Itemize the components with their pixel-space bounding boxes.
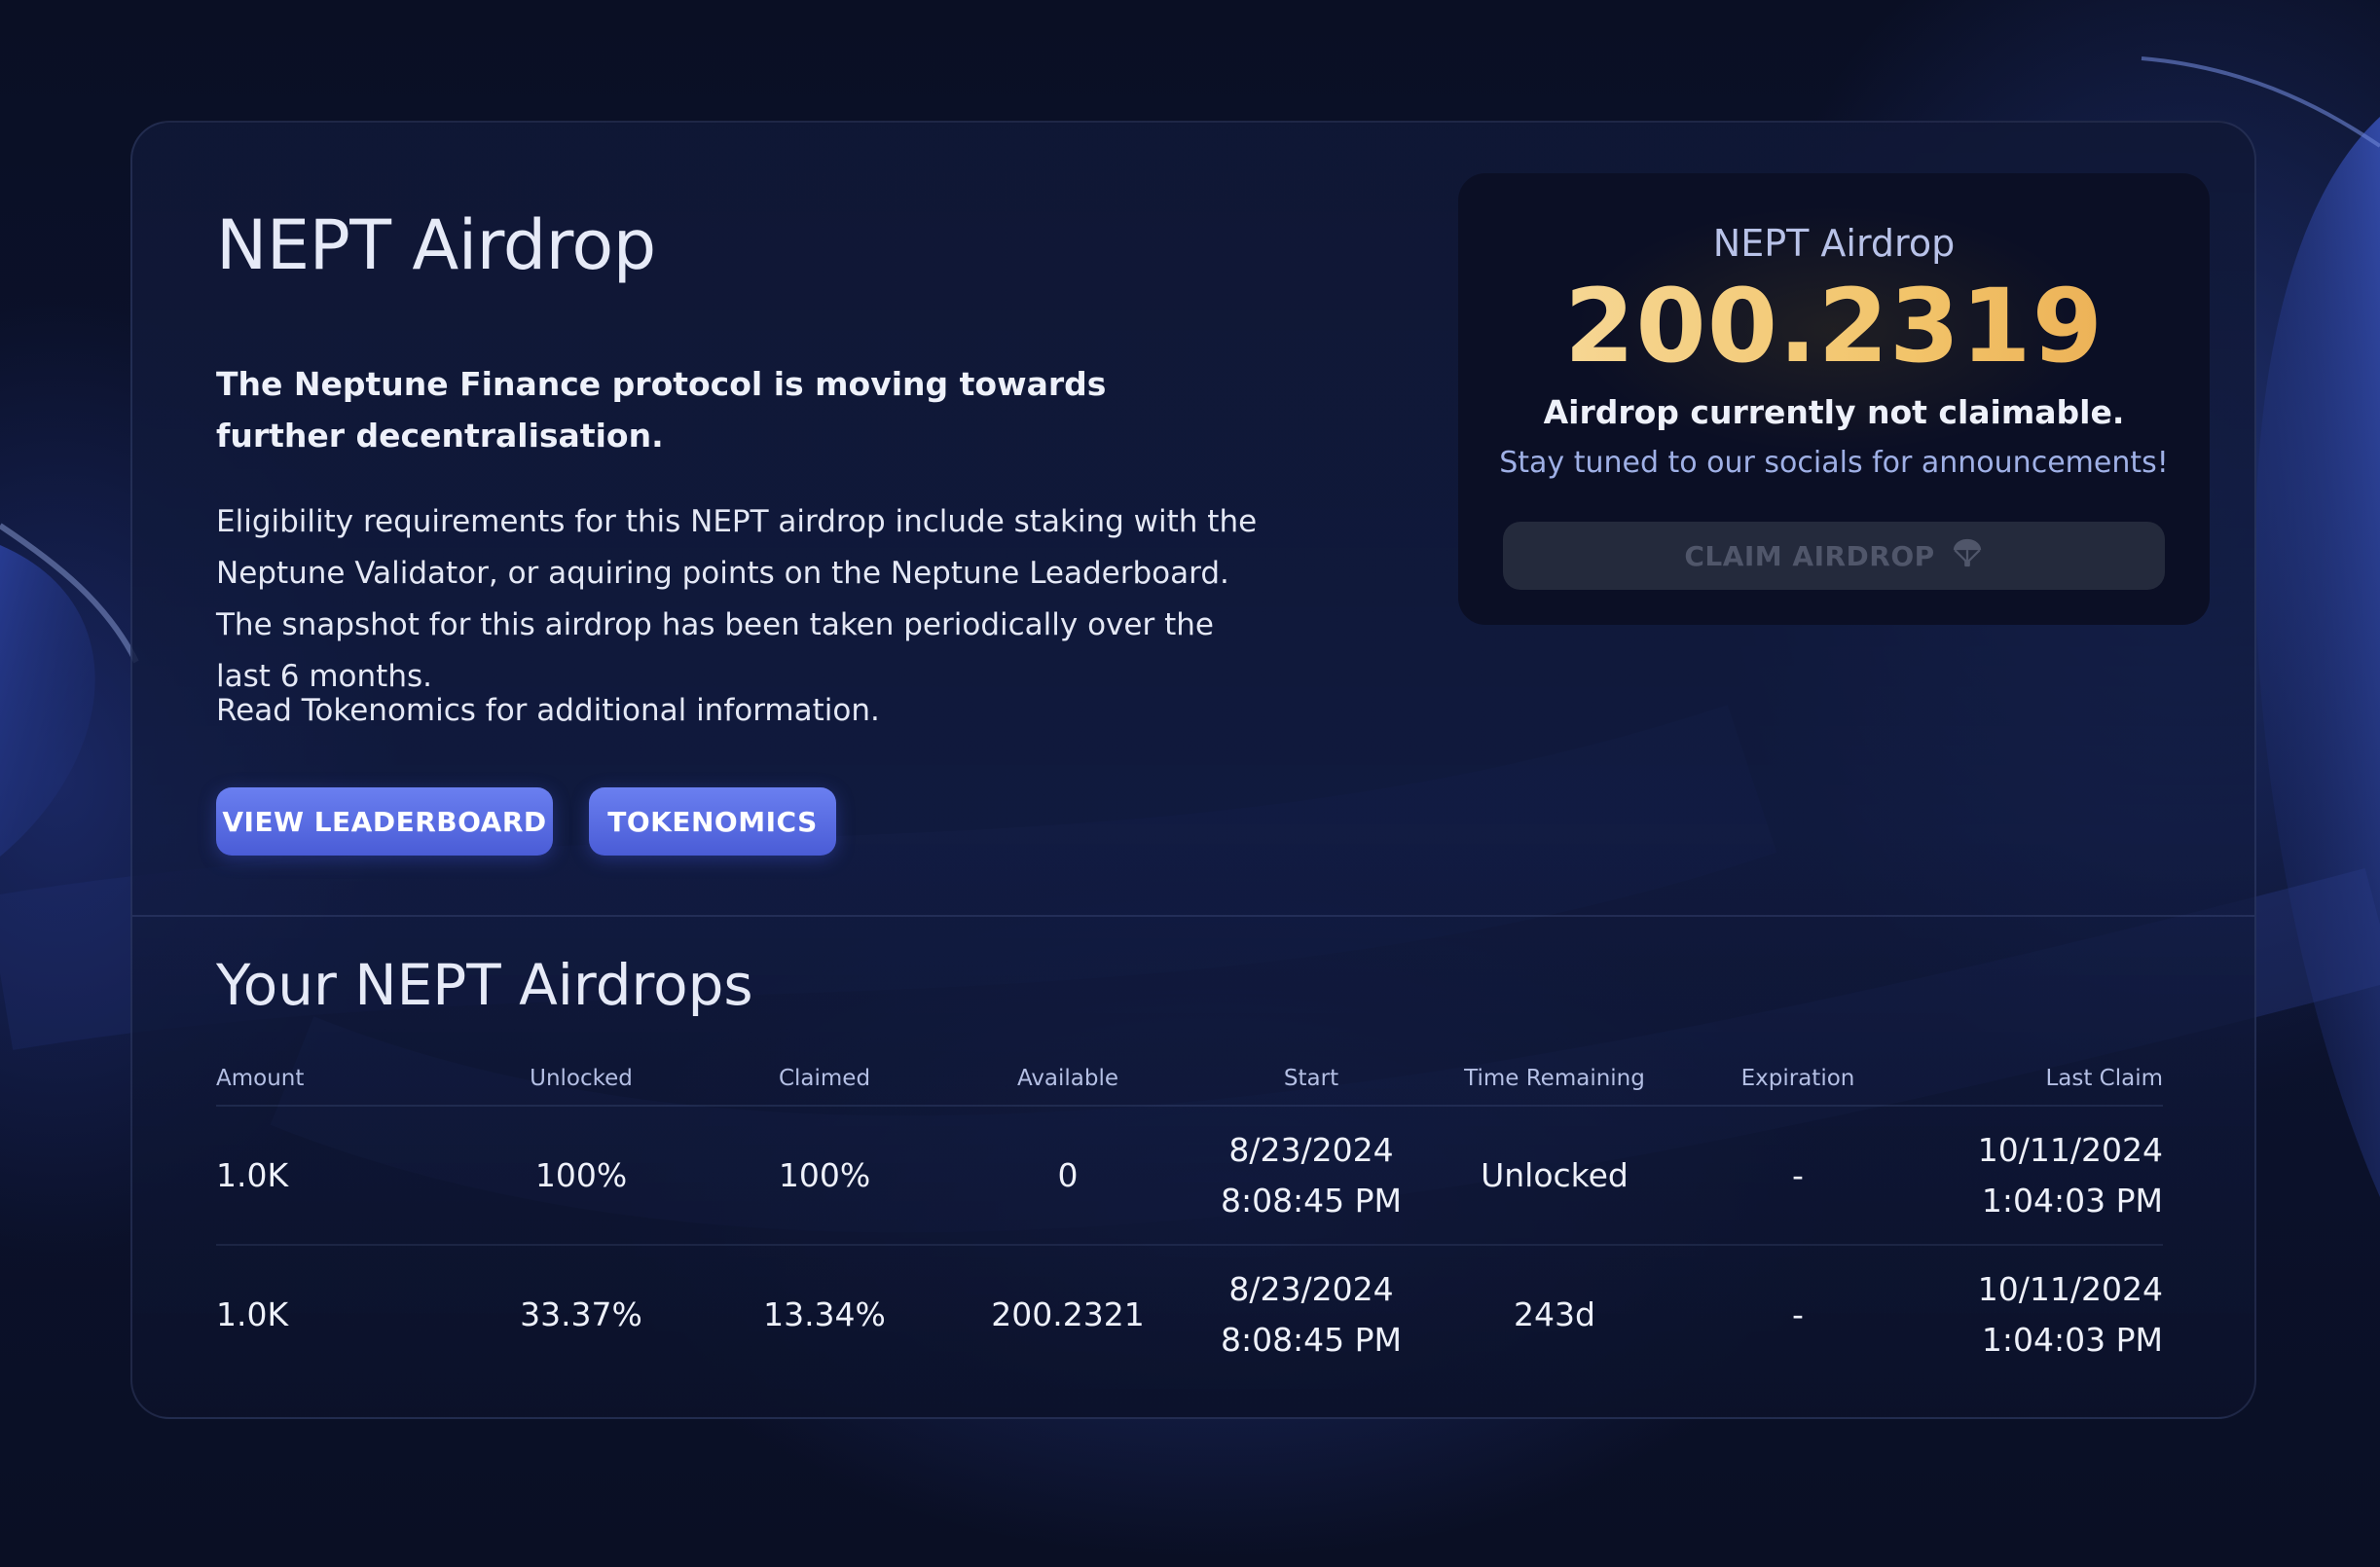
lead-text: The Neptune Finance protocol is moving t… <box>216 365 1107 455</box>
claim-airdrop-button[interactable]: CLAIM AIRDROP <box>1503 522 2165 590</box>
cell-last-claim: 10/11/2024 1:04:03 PM <box>1920 1125 2163 1226</box>
cell-last-claim-date: 10/11/2024 <box>1977 1130 2163 1169</box>
cell-claimed: 100% <box>778 1155 871 1194</box>
column-header-available: Available <box>1016 1066 1119 1091</box>
airdrop-amount: 200.2319 <box>1458 267 2210 385</box>
cell-start-time: 8:08:45 PM <box>1220 1181 1403 1220</box>
table-row: 1.0K 33.37% 13.34% 200.2321 8/23/2024 8:… <box>216 1244 2163 1383</box>
airdrop-status: Airdrop currently not claimable. <box>1543 393 2125 431</box>
cell-expiration: - <box>1792 1294 1804 1333</box>
parachute-icon <box>1951 536 1984 576</box>
cell-amount: 1.0K <box>216 1155 289 1194</box>
tokenomics-button[interactable]: TOKENOMICS <box>589 787 836 856</box>
airdrop-note: Stay tuned to our socials for announceme… <box>1499 446 2169 480</box>
cell-unlocked: 100% <box>534 1155 628 1194</box>
column-header-expiration: Expiration <box>1740 1066 1855 1091</box>
cell-time-remaining: 243d <box>1514 1294 1595 1333</box>
cell-available: 0 <box>1057 1155 1079 1194</box>
cell-last-claim: 10/11/2024 1:04:03 PM <box>1920 1264 2163 1366</box>
cell-last-claim-date: 10/11/2024 <box>1977 1269 2163 1308</box>
cell-claimed: 13.34% <box>763 1294 886 1333</box>
airdrop-label: NEPT Airdrop <box>1712 222 1956 265</box>
table-row: 1.0K 100% 100% 0 8/23/2024 8:08:45 PM Un… <box>216 1107 2163 1244</box>
column-header-unlocked: Unlocked <box>530 1066 633 1091</box>
column-header-time-remaining: Time Remaining <box>1464 1066 1645 1091</box>
column-header-amount: Amount <box>216 1066 305 1091</box>
cell-last-claim-time: 1:04:03 PM <box>1981 1320 2163 1359</box>
airdrop-summary-panel: NEPT Airdrop 200.2319 Airdrop currently … <box>1458 173 2210 625</box>
cell-expiration: - <box>1792 1155 1804 1194</box>
cell-available: 200.2321 <box>991 1294 1145 1333</box>
view-leaderboard-button[interactable]: VIEW LEADERBOARD <box>216 787 553 856</box>
tokenomics-note: Read Tokenomics for additional informati… <box>216 693 880 728</box>
cell-start-date: 8/23/2024 <box>1228 1269 1394 1308</box>
cell-start-time: 8:08:45 PM <box>1220 1320 1403 1359</box>
cell-last-claim-time: 1:04:03 PM <box>1981 1181 2163 1220</box>
table-header: Amount Unlocked Claimed Available Start … <box>216 1052 2163 1107</box>
airdrops-table: Amount Unlocked Claimed Available Start … <box>216 1052 2163 1383</box>
cell-start: 8/23/2024 8:08:45 PM <box>1190 1125 1433 1226</box>
cell-unlocked: 33.37% <box>520 1294 642 1333</box>
column-header-claimed: Claimed <box>778 1066 871 1091</box>
airdrops-section-title: Your NEPT Airdrops <box>216 952 753 1018</box>
claim-airdrop-label: CLAIM AIRDROP <box>1684 539 1935 572</box>
eligibility-text: Eligibility requirements for this NEPT a… <box>216 504 1258 694</box>
cell-start: 8/23/2024 8:08:45 PM <box>1190 1264 1433 1366</box>
cell-time-remaining: Unlocked <box>1481 1155 1629 1194</box>
cell-start-date: 8/23/2024 <box>1228 1130 1394 1169</box>
column-header-start: Start <box>1283 1066 1339 1091</box>
section-divider <box>132 915 2254 917</box>
airdrop-card: NEPT Airdrop The Neptune Finance protoco… <box>130 121 2256 1419</box>
cell-amount: 1.0K <box>216 1294 289 1333</box>
column-header-last-claim: Last Claim <box>2045 1066 2163 1091</box>
page-title: NEPT Airdrop <box>216 205 656 285</box>
